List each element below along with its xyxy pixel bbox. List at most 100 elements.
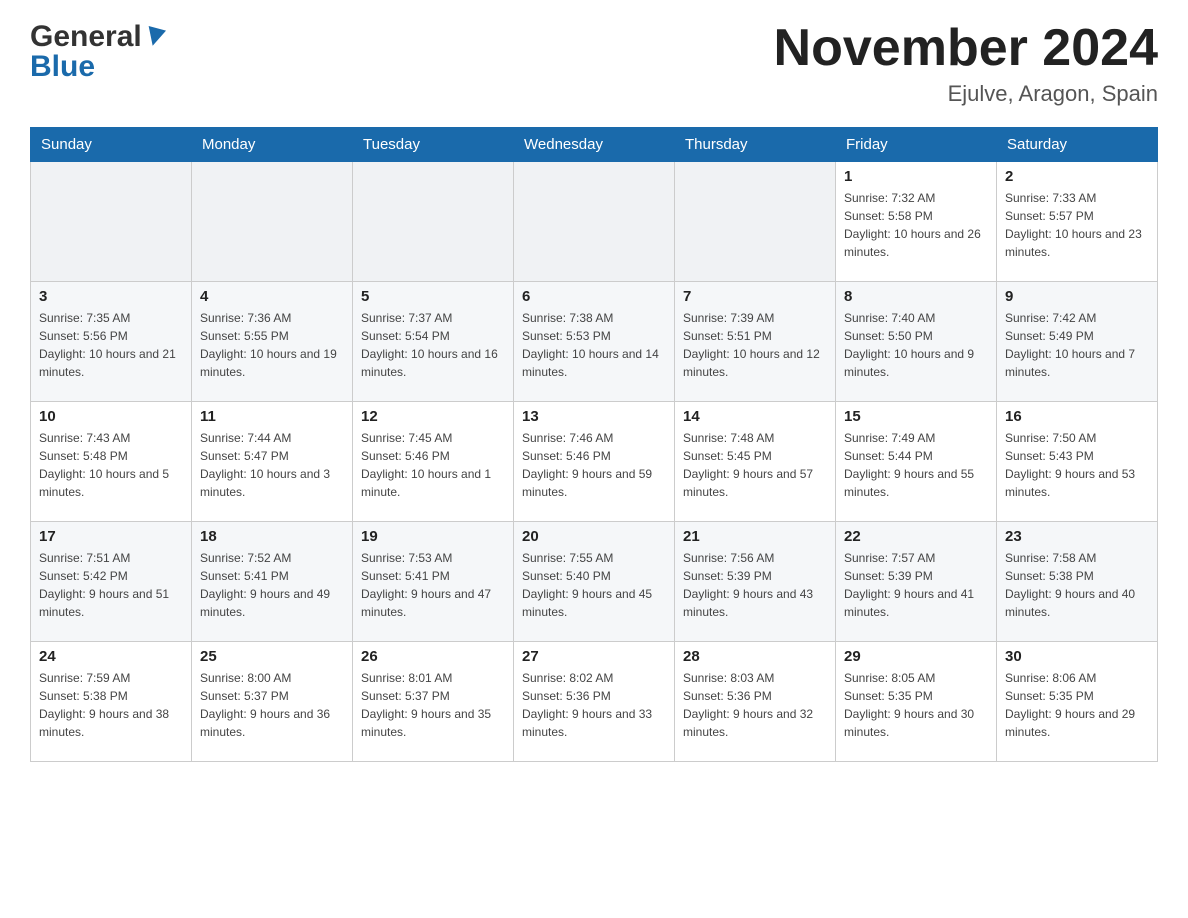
day-number: 1 xyxy=(844,168,988,185)
weekday-header-wednesday: Wednesday xyxy=(514,128,675,162)
calendar-cell xyxy=(675,162,836,282)
weekday-header-saturday: Saturday xyxy=(997,128,1158,162)
day-number: 21 xyxy=(683,528,827,545)
calendar-week-row: 10Sunrise: 7:43 AMSunset: 5:48 PMDayligh… xyxy=(31,402,1158,522)
day-number: 25 xyxy=(200,648,344,665)
day-info: Sunrise: 7:35 AMSunset: 5:56 PMDaylight:… xyxy=(39,309,183,381)
day-number: 10 xyxy=(39,408,183,425)
calendar-cell xyxy=(31,162,192,282)
calendar-cell: 29 Sunrise: 8:05 AMSunset: 5:35 PMDayligh… xyxy=(836,642,997,762)
weekday-header-monday: Monday xyxy=(192,128,353,162)
day-number: 2 xyxy=(1005,168,1149,185)
calendar-cell xyxy=(514,162,675,282)
calendar-week-row: 17 Sunrise: 7:51 AMSunset: 5:42 PMDayligh… xyxy=(31,522,1158,642)
day-number: 30 xyxy=(1005,648,1149,665)
calendar-cell: 6Sunrise: 7:38 AMSunset: 5:53 PMDaylight… xyxy=(514,282,675,402)
day-number: 8 xyxy=(844,288,988,305)
calendar-week-row: 24Sunrise: 7:59 AMSunset: 5:38 PMDayligh… xyxy=(31,642,1158,762)
day-number: 4 xyxy=(200,288,344,305)
day-number: 14 xyxy=(683,408,827,425)
logo-blue-text: Blue xyxy=(30,50,95,84)
logo: General Blue xyxy=(30,20,164,84)
day-number: 3 xyxy=(39,288,183,305)
calendar-cell: 3 Sunrise: 7:35 AMSunset: 5:56 PMDaylight… xyxy=(31,282,192,402)
calendar-cell: 20 Sunrise: 7:55 AMSunset: 5:40 PMDayligh… xyxy=(514,522,675,642)
day-info: Sunrise: 7:59 AMSunset: 5:38 PMDaylight:… xyxy=(39,669,183,741)
calendar-cell: 26Sunrise: 8:01 AMSunset: 5:37 PMDayligh… xyxy=(353,642,514,762)
calendar-cell: 18 Sunrise: 7:52 AMSunset: 5:41 PMDayligh… xyxy=(192,522,353,642)
day-number: 17 xyxy=(39,528,183,545)
day-number: 20 xyxy=(522,528,666,545)
day-info: Sunrise: 7:44 AMSunset: 5:47 PMDaylight:… xyxy=(200,429,344,501)
day-info: Sunrise: 7:32 AMSunset: 5:58 PMDaylight:… xyxy=(844,189,988,261)
title-area: November 2024 Ejulve, Aragon, Spain xyxy=(774,20,1158,107)
day-info: Sunrise: 7:58 AMSunset: 5:38 PMDaylight:… xyxy=(1005,549,1149,621)
calendar-cell: 23 Sunrise: 7:58 AMSunset: 5:38 PMDayligh… xyxy=(997,522,1158,642)
calendar-cell: 14 Sunrise: 7:48 AMSunset: 5:45 PMDayligh… xyxy=(675,402,836,522)
calendar-cell: 5Sunrise: 7:37 AMSunset: 5:54 PMDaylight… xyxy=(353,282,514,402)
calendar-cell: 1 Sunrise: 7:32 AMSunset: 5:58 PMDaylight… xyxy=(836,162,997,282)
day-number: 23 xyxy=(1005,528,1149,545)
location-title: Ejulve, Aragon, Spain xyxy=(774,81,1158,107)
day-info: Sunrise: 8:00 AMSunset: 5:37 PMDaylight:… xyxy=(200,669,344,741)
day-number: 22 xyxy=(844,528,988,545)
calendar-header-row: SundayMondayTuesdayWednesdayThursdayFrid… xyxy=(31,128,1158,162)
day-number: 27 xyxy=(522,648,666,665)
weekday-header-thursday: Thursday xyxy=(675,128,836,162)
calendar-cell: 28Sunrise: 8:03 AMSunset: 5:36 PMDayligh… xyxy=(675,642,836,762)
day-info: Sunrise: 7:48 AMSunset: 5:45 PMDaylight:… xyxy=(683,429,827,501)
calendar-cell: 15 Sunrise: 7:49 AMSunset: 5:44 PMDayligh… xyxy=(836,402,997,522)
calendar-cell: 19 Sunrise: 7:53 AMSunset: 5:41 PMDayligh… xyxy=(353,522,514,642)
month-title: November 2024 xyxy=(774,20,1158,77)
calendar-cell: 24Sunrise: 7:59 AMSunset: 5:38 PMDayligh… xyxy=(31,642,192,762)
weekday-header-friday: Friday xyxy=(836,128,997,162)
calendar-cell: 22 Sunrise: 7:57 AMSunset: 5:39 PMDayligh… xyxy=(836,522,997,642)
calendar-cell: 30 Sunrise: 8:06 AMSunset: 5:35 PMDayligh… xyxy=(997,642,1158,762)
day-number: 11 xyxy=(200,408,344,425)
day-number: 6 xyxy=(522,288,666,305)
day-info: Sunrise: 7:55 AMSunset: 5:40 PMDaylight:… xyxy=(522,549,666,621)
calendar-cell: 4Sunrise: 7:36 AMSunset: 5:55 PMDaylight… xyxy=(192,282,353,402)
calendar-cell: 13Sunrise: 7:46 AMSunset: 5:46 PMDayligh… xyxy=(514,402,675,522)
page-header: General Blue November 2024 Ejulve, Arago… xyxy=(30,20,1158,107)
calendar-cell xyxy=(192,162,353,282)
calendar-cell: 17 Sunrise: 7:51 AMSunset: 5:42 PMDayligh… xyxy=(31,522,192,642)
day-info: Sunrise: 7:57 AMSunset: 5:39 PMDaylight:… xyxy=(844,549,988,621)
day-number: 13 xyxy=(522,408,666,425)
calendar-cell: 7Sunrise: 7:39 AMSunset: 5:51 PMDaylight… xyxy=(675,282,836,402)
day-info: Sunrise: 7:49 AMSunset: 5:44 PMDaylight:… xyxy=(844,429,988,501)
logo-general-text: General xyxy=(30,20,142,54)
calendar-cell: 10Sunrise: 7:43 AMSunset: 5:48 PMDayligh… xyxy=(31,402,192,522)
calendar-week-row: 3 Sunrise: 7:35 AMSunset: 5:56 PMDaylight… xyxy=(31,282,1158,402)
day-info: Sunrise: 8:01 AMSunset: 5:37 PMDaylight:… xyxy=(361,669,505,741)
day-info: Sunrise: 7:56 AMSunset: 5:39 PMDaylight:… xyxy=(683,549,827,621)
day-info: Sunrise: 7:53 AMSunset: 5:41 PMDaylight:… xyxy=(361,549,505,621)
day-info: Sunrise: 8:02 AMSunset: 5:36 PMDaylight:… xyxy=(522,669,666,741)
calendar-cell: 12Sunrise: 7:45 AMSunset: 5:46 PMDayligh… xyxy=(353,402,514,522)
weekday-header-tuesday: Tuesday xyxy=(353,128,514,162)
calendar-cell xyxy=(353,162,514,282)
calendar-table: SundayMondayTuesdayWednesdayThursdayFrid… xyxy=(30,127,1158,762)
day-info: Sunrise: 7:52 AMSunset: 5:41 PMDaylight:… xyxy=(200,549,344,621)
calendar-cell: 16Sunrise: 7:50 AMSunset: 5:43 PMDayligh… xyxy=(997,402,1158,522)
day-number: 18 xyxy=(200,528,344,545)
day-number: 28 xyxy=(683,648,827,665)
calendar-cell: 2 Sunrise: 7:33 AMSunset: 5:57 PMDaylight… xyxy=(997,162,1158,282)
calendar-cell: 8 Sunrise: 7:40 AMSunset: 5:50 PMDaylight… xyxy=(836,282,997,402)
day-number: 5 xyxy=(361,288,505,305)
calendar-week-row: 1 Sunrise: 7:32 AMSunset: 5:58 PMDaylight… xyxy=(31,162,1158,282)
logo-triangle-icon xyxy=(144,26,166,48)
day-info: Sunrise: 8:05 AMSunset: 5:35 PMDaylight:… xyxy=(844,669,988,741)
day-number: 29 xyxy=(844,648,988,665)
day-info: Sunrise: 7:51 AMSunset: 5:42 PMDaylight:… xyxy=(39,549,183,621)
day-info: Sunrise: 7:40 AMSunset: 5:50 PMDaylight:… xyxy=(844,309,988,381)
day-number: 15 xyxy=(844,408,988,425)
day-info: Sunrise: 7:33 AMSunset: 5:57 PMDaylight:… xyxy=(1005,189,1149,261)
day-info: Sunrise: 7:50 AMSunset: 5:43 PMDaylight:… xyxy=(1005,429,1149,501)
calendar-cell: 27 Sunrise: 8:02 AMSunset: 5:36 PMDayligh… xyxy=(514,642,675,762)
day-info: Sunrise: 7:42 AMSunset: 5:49 PMDaylight:… xyxy=(1005,309,1149,381)
day-number: 12 xyxy=(361,408,505,425)
day-number: 19 xyxy=(361,528,505,545)
calendar-cell: 9Sunrise: 7:42 AMSunset: 5:49 PMDaylight… xyxy=(997,282,1158,402)
day-info: Sunrise: 8:06 AMSunset: 5:35 PMDaylight:… xyxy=(1005,669,1149,741)
